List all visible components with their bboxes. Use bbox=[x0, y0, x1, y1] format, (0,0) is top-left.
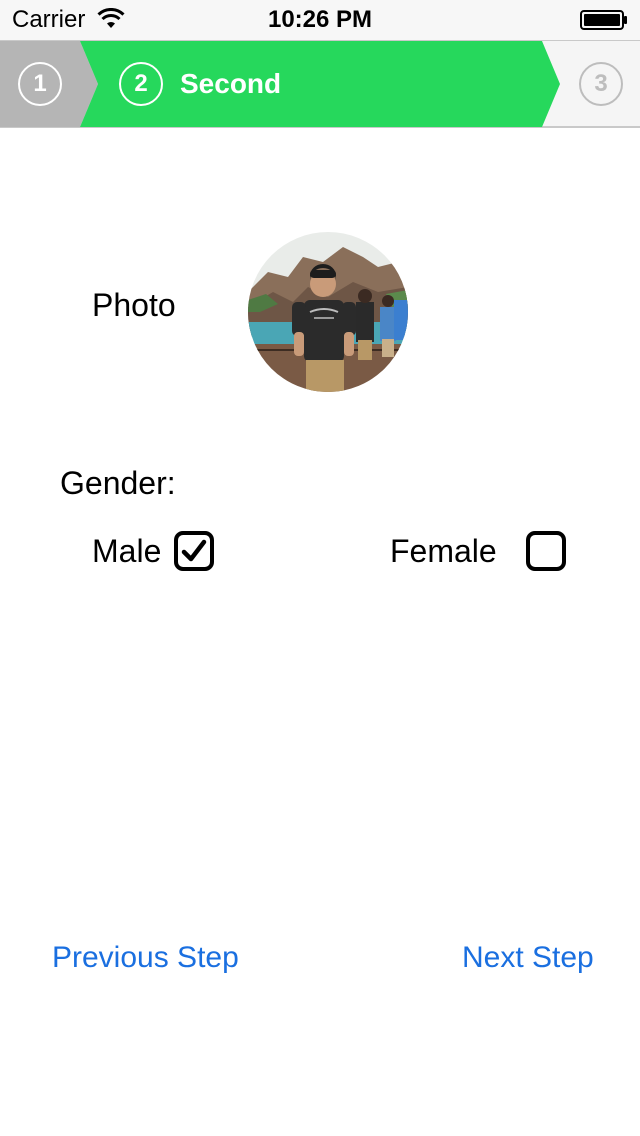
step-2-label: Second bbox=[180, 68, 282, 99]
female-checkbox[interactable] bbox=[526, 531, 566, 571]
screen: Carrier 10:26 PM 1 2 Second 3 Photo Gend… bbox=[0, 0, 640, 1136]
step-2-number: 2 bbox=[134, 70, 148, 97]
step-1-indicator[interactable]: 1 bbox=[18, 62, 62, 106]
photo-label: Photo bbox=[92, 287, 176, 323]
step-progress-bar: 1 2 Second 3 bbox=[0, 40, 640, 128]
female-option-label: Female bbox=[390, 533, 497, 569]
checkmark-icon bbox=[181, 539, 207, 562]
status-bar: Carrier 10:26 PM bbox=[0, 0, 640, 40]
previous-step-button[interactable]: Previous Step bbox=[52, 940, 239, 976]
step-1-number: 1 bbox=[33, 70, 47, 97]
gender-label: Gender: bbox=[60, 465, 176, 501]
step-2-indicator[interactable]: 2 bbox=[119, 62, 163, 106]
battery-icon bbox=[580, 10, 627, 30]
next-step-button[interactable]: Next Step bbox=[462, 940, 594, 976]
step-3-number: 3 bbox=[594, 70, 608, 97]
step-3-indicator[interactable]: 3 bbox=[579, 62, 623, 106]
male-option-label: Male bbox=[92, 533, 162, 569]
male-checkbox[interactable] bbox=[174, 531, 214, 571]
clock: 10:26 PM bbox=[267, 6, 373, 33]
avatar-photo[interactable] bbox=[248, 232, 408, 392]
step-bar-background bbox=[0, 41, 560, 127]
avatar-image bbox=[248, 232, 408, 392]
